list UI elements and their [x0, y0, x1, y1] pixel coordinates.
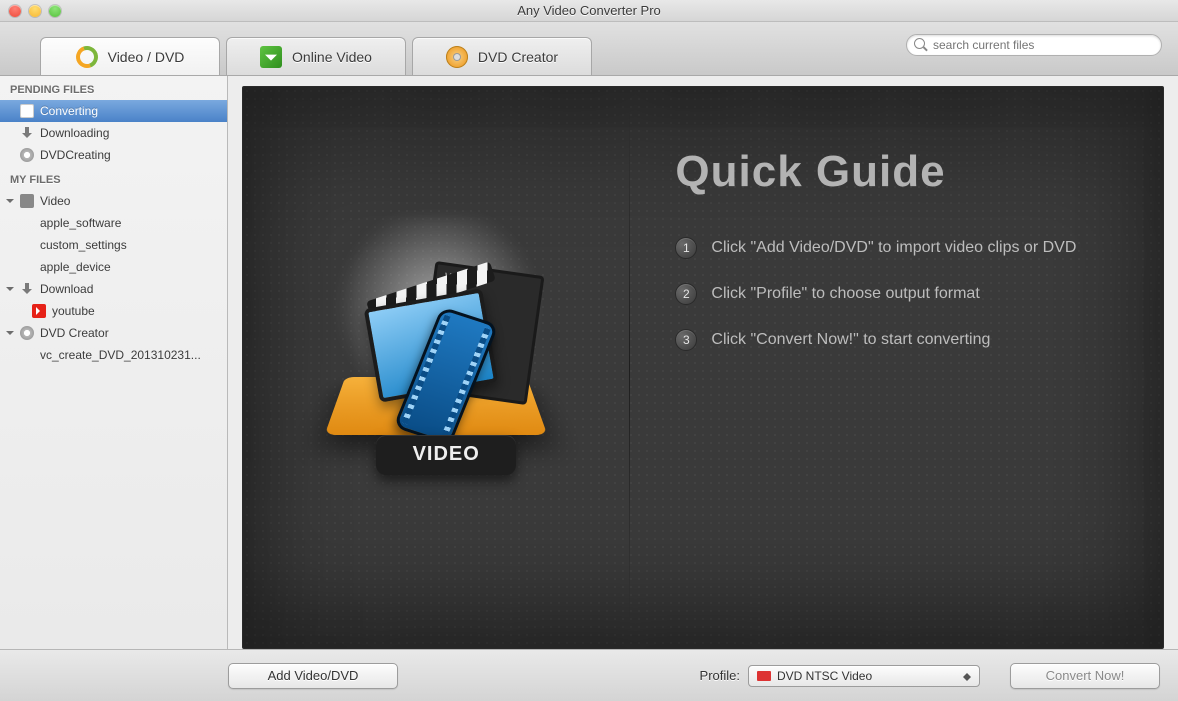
sidebar-group-download[interactable]: Download — [0, 278, 227, 300]
sidebar-item-label: apple_device — [40, 260, 111, 274]
sidebar-item-label: DVD Creator — [40, 326, 109, 340]
sidebar-item-label: custom_settings — [40, 238, 127, 252]
download-icon — [20, 282, 34, 296]
bottombar: Add Video/DVD Profile: DVD NTSC Video Co… — [0, 649, 1178, 701]
disc-icon — [446, 46, 468, 68]
tab-label: Video / DVD — [108, 49, 185, 65]
tab-online-video[interactable]: Online Video — [226, 37, 406, 75]
sidebar-item-label: vc_create_DVD_201310231... — [40, 348, 201, 362]
sidebar-item-label: Video — [40, 194, 70, 208]
refresh-icon — [76, 46, 98, 68]
sidebar-item[interactable]: apple_device — [0, 256, 227, 278]
minimize-icon[interactable] — [29, 5, 41, 17]
guide-step-1: 1 Click "Add Video/DVD" to import video … — [675, 237, 1133, 259]
sidebar-item-label: Download — [40, 282, 93, 296]
download-icon — [260, 46, 282, 68]
tab-label: DVD Creator — [478, 49, 558, 65]
video-artwork: VIDEO — [326, 263, 546, 473]
titlebar: Any Video Converter Pro — [0, 0, 1178, 22]
sidebar-item-converting[interactable]: Converting — [0, 100, 227, 122]
tab-video-dvd[interactable]: Video / DVD — [40, 37, 220, 75]
zoom-icon[interactable] — [49, 5, 61, 17]
profile-label: Profile: — [700, 668, 740, 683]
sidebar-item-youtube[interactable]: youtube — [0, 300, 227, 322]
profile-section: Profile: DVD NTSC Video — [700, 665, 980, 687]
step-text: Click "Profile" to choose output format — [711, 285, 979, 303]
video-icon — [20, 194, 34, 208]
sidebar-group-video[interactable]: Video — [0, 190, 227, 212]
stage-divider — [629, 107, 630, 628]
step-number-icon: 3 — [675, 329, 697, 351]
tab-dvd-creator[interactable]: DVD Creator — [412, 37, 592, 75]
download-icon — [20, 126, 34, 140]
disclosure-icon — [6, 287, 14, 295]
profile-select[interactable]: DVD NTSC Video — [748, 665, 980, 687]
profile-value: DVD NTSC Video — [777, 669, 872, 683]
main-panel: VIDEO Quick Guide 1 Click "Add Video/DVD… — [228, 76, 1178, 649]
window-title: Any Video Converter Pro — [0, 3, 1178, 18]
step-text: Click "Add Video/DVD" to import video cl… — [711, 239, 1076, 257]
step-text: Click "Convert Now!" to start converting — [711, 331, 990, 349]
sidebar-item[interactable]: custom_settings — [0, 234, 227, 256]
search-input[interactable] — [906, 34, 1162, 56]
pending-files-header: PENDING FILES — [0, 76, 227, 100]
sidebar-item-label: youtube — [52, 304, 95, 318]
search-icon — [914, 38, 928, 52]
sidebar-item-dvdcreating[interactable]: DVDCreating — [0, 144, 227, 166]
my-files-header: MY FILES — [0, 166, 227, 190]
toolbar: Video / DVD Online Video DVD Creator — [0, 22, 1178, 76]
quick-guide: Quick Guide 1 Click "Add Video/DVD" to i… — [629, 87, 1163, 648]
dvd-icon — [20, 148, 34, 162]
sidebar-item-downloading[interactable]: Downloading — [0, 122, 227, 144]
guide-step-3: 3 Click "Convert Now!" to start converti… — [675, 329, 1133, 351]
disclosure-icon — [6, 331, 14, 339]
dvd-icon — [20, 326, 34, 340]
sidebar-item-label: Converting — [40, 104, 98, 118]
quick-guide-stage: VIDEO Quick Guide 1 Click "Add Video/DVD… — [242, 86, 1164, 649]
sidebar-item-label: DVDCreating — [40, 148, 111, 162]
step-number-icon: 1 — [675, 237, 697, 259]
sidebar-item-label: Downloading — [40, 126, 109, 140]
updown-icon — [963, 669, 973, 685]
sidebar: PENDING FILES Converting Downloading DVD… — [0, 76, 228, 649]
convert-icon — [20, 104, 34, 118]
tab-label: Online Video — [292, 49, 372, 65]
disclosure-icon — [6, 199, 14, 207]
sidebar-item[interactable]: apple_software — [0, 212, 227, 234]
quick-guide-title: Quick Guide — [675, 147, 1133, 197]
sidebar-group-dvd-creator[interactable]: DVD Creator — [0, 322, 227, 344]
add-video-dvd-button[interactable]: Add Video/DVD — [228, 663, 398, 689]
close-icon[interactable] — [9, 5, 21, 17]
sidebar-item-label: apple_software — [40, 216, 121, 230]
guide-step-2: 2 Click "Profile" to choose output forma… — [675, 283, 1133, 305]
youtube-icon — [32, 304, 46, 318]
video-label: VIDEO — [376, 435, 516, 475]
format-icon — [757, 671, 771, 681]
stage-artwork: VIDEO — [243, 87, 629, 648]
sidebar-item[interactable]: vc_create_DVD_201310231... — [0, 344, 227, 366]
search — [906, 34, 1162, 56]
traffic-lights — [0, 5, 61, 17]
step-number-icon: 2 — [675, 283, 697, 305]
main-tabs: Video / DVD Online Video DVD Creator — [40, 37, 592, 75]
convert-now-button[interactable]: Convert Now! — [1010, 663, 1160, 689]
